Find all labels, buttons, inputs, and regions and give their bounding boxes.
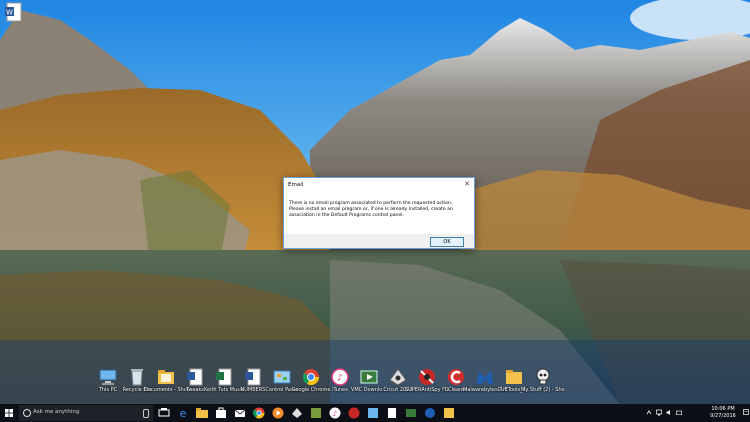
cortana-circle-icon: [23, 409, 31, 417]
clock-date: 9/27/2016: [710, 412, 736, 419]
itunes-icon: ♪: [331, 368, 349, 386]
chrome-icon[interactable]: [252, 406, 266, 420]
malwarebytes-icon: [477, 371, 493, 384]
close-icon[interactable]: ✕: [464, 180, 470, 188]
computer-icon: [99, 369, 117, 385]
search-placeholder: Ask me anything: [33, 409, 80, 415]
media-player-icon[interactable]: [271, 406, 285, 420]
chrome-icon: [302, 369, 320, 386]
microphone-icon[interactable]: [143, 409, 149, 418]
word-document-icon[interactable]: W: [4, 2, 24, 26]
notification-center-icon[interactable]: [743, 409, 749, 416]
folder-icon: [158, 370, 174, 384]
desktop-icon-label: My Stuff (2) - Shortcut: [521, 387, 565, 393]
skull-icon: [536, 368, 550, 385]
desktop-icon-row: This PC Recycle Bin Documents - Shortcut…: [90, 366, 570, 402]
cortana-search-box[interactable]: Ask me anything: [19, 405, 153, 421]
desktop-icon-my-stuff-shortcut[interactable]: My Stuff (2) - Shortcut: [521, 366, 565, 402]
task-view-icon[interactable]: [157, 406, 171, 420]
desktop: W This PC Recycle Bin Documents - Shortc…: [0, 0, 750, 404]
itunes-icon[interactable]: ♪: [328, 406, 342, 420]
control-panel-icon: [273, 370, 291, 384]
word-document-icon: [245, 368, 261, 386]
app-icon[interactable]: [442, 406, 456, 420]
volume-icon[interactable]: [666, 409, 672, 416]
antispyware-icon: [419, 369, 435, 385]
media-center-icon: [360, 370, 378, 384]
file-explorer-icon[interactable]: [195, 406, 209, 420]
dialog-message: There is no email program associated to …: [289, 201, 453, 218]
svg-text:e: e: [180, 407, 187, 420]
clock[interactable]: 10:06 PM 9/27/2016: [706, 406, 740, 419]
taskbar: Ask me anything e ♪ 10:06 PM 9/27/2016: [0, 404, 750, 422]
app-icon[interactable]: [309, 406, 323, 420]
dialog-footer: OK: [284, 234, 474, 248]
keyboard-icon[interactable]: [676, 409, 682, 416]
ok-button[interactable]: OK: [430, 237, 464, 247]
chevron-up-icon[interactable]: [646, 409, 652, 416]
app-icon[interactable]: [366, 406, 380, 420]
svg-text:W: W: [6, 9, 13, 17]
excel-document-icon: [216, 368, 232, 386]
network-icon[interactable]: [656, 409, 662, 416]
app-icon[interactable]: [290, 406, 304, 420]
dialog-title: Email: [288, 182, 304, 188]
ccleaner-icon: [448, 369, 464, 385]
system-tray: 10:06 PM 9/27/2016: [640, 404, 750, 422]
mail-icon[interactable]: [233, 406, 247, 420]
windows-start-icon[interactable]: [0, 404, 18, 422]
svg-text:♪: ♪: [333, 410, 337, 418]
app-icon[interactable]: [404, 406, 418, 420]
word-document-icon: [187, 368, 203, 386]
folder-icon: [506, 370, 522, 384]
email-error-dialog: Email ✕ There is no email program associ…: [283, 177, 475, 249]
edge-icon[interactable]: e: [176, 406, 190, 420]
app-icon: [389, 368, 407, 386]
app-icon[interactable]: [385, 406, 399, 420]
app-icon[interactable]: [423, 406, 437, 420]
store-icon[interactable]: [214, 406, 228, 420]
svg-text:♪: ♪: [337, 374, 343, 384]
app-icon[interactable]: [347, 406, 361, 420]
recycle-bin-icon: [131, 369, 143, 386]
